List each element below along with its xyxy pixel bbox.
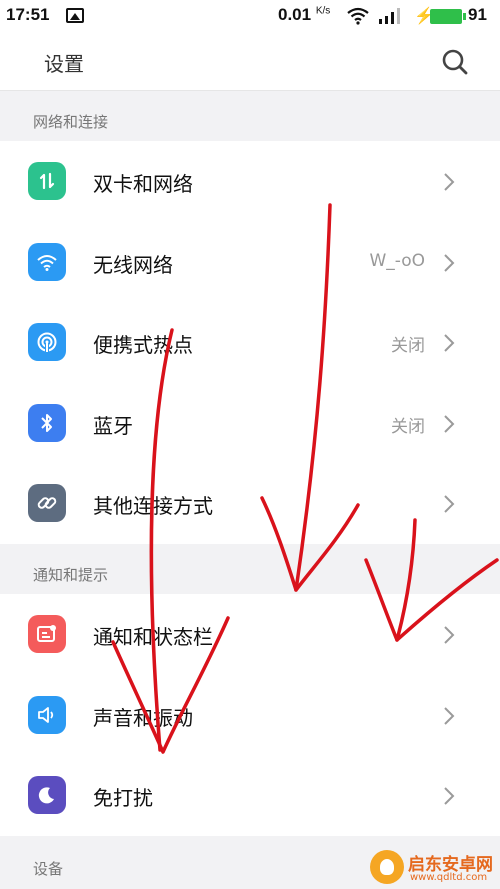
wifi-icon: [347, 7, 369, 25]
settings-item-label: 声音和振动: [93, 705, 193, 730]
settings-item-sound-vibration[interactable]: 声音和振动: [0, 675, 500, 756]
notification-icon: [28, 615, 66, 653]
signal-icon: [379, 8, 400, 24]
status-time: 17:51: [6, 5, 50, 24]
settings-item-label: 通知和状态栏: [93, 625, 213, 649]
chevron-right-icon: [444, 334, 455, 352]
settings-item-hotspot[interactable]: 便携式热点 关闭: [0, 302, 500, 383]
watermark-url: www.qdltd.com: [410, 872, 488, 883]
wifi-icon: [28, 242, 66, 281]
search-icon[interactable]: [441, 48, 469, 76]
watermark-logo-icon: [370, 850, 404, 884]
page-title: 设置: [44, 52, 84, 76]
battery-level: 91: [468, 5, 487, 24]
section-header-notifications: 通知和提示: [0, 544, 500, 594]
chevron-right-icon: [444, 495, 455, 513]
settings-group-notifications: 通知和状态栏 声音和振动 免打扰: [0, 594, 500, 836]
settings-group-network: 双卡和网络 无线网络 W_-oO 便携式热点 关闭 蓝牙 关闭 其他连接方式: [0, 141, 500, 544]
watermark: 启东安卓网 www.qdltd.com: [366, 846, 500, 889]
settings-item-dual-sim[interactable]: 双卡和网络: [0, 141, 500, 222]
chevron-right-icon: [444, 253, 455, 272]
settings-item-bluetooth[interactable]: 蓝牙 关闭: [0, 383, 500, 464]
hotspot-icon: [28, 323, 66, 361]
settings-item-label: 其他连接方式: [93, 494, 213, 518]
settings-item-label: 无线网络: [93, 252, 173, 277]
moon-icon: [28, 776, 66, 814]
data-transfer-icon: [28, 162, 66, 200]
settings-item-other-connections[interactable]: 其他连接方式: [0, 463, 500, 544]
link-icon: [28, 484, 66, 522]
settings-item-do-not-disturb[interactable]: 免打扰: [0, 755, 500, 836]
settings-item-value: 关闭: [391, 416, 425, 437]
battery-icon: [430, 9, 466, 24]
settings-item-notification-status-bar[interactable]: 通知和状态栏: [0, 594, 500, 675]
settings-item-label: 蓝牙: [93, 413, 133, 438]
chevron-right-icon: [444, 173, 455, 191]
section-header-network: 网络和连接: [0, 91, 500, 141]
image-icon: [66, 8, 84, 23]
settings-item-label: 便携式热点: [93, 333, 193, 357]
network-speed: 0.01 K/s: [278, 5, 331, 24]
status-bar: 17:51 0.01 K/s ⚡ 91: [0, 0, 500, 34]
bluetooth-icon: [28, 403, 66, 442]
settings-item-label: 双卡和网络: [93, 172, 193, 196]
app-bar: 设置: [0, 34, 500, 91]
chevron-right-icon: [444, 706, 455, 725]
chevron-right-icon: [444, 626, 455, 644]
chevron-right-icon: [444, 787, 455, 805]
settings-item-wlan[interactable]: 无线网络 W_-oO: [0, 222, 500, 303]
settings-item-label: 免打扰: [93, 786, 153, 810]
settings-item-value: 关闭: [391, 336, 425, 356]
volume-icon: [28, 695, 66, 734]
settings-item-value: W_-oO: [369, 250, 425, 271]
chevron-right-icon: [444, 414, 455, 433]
